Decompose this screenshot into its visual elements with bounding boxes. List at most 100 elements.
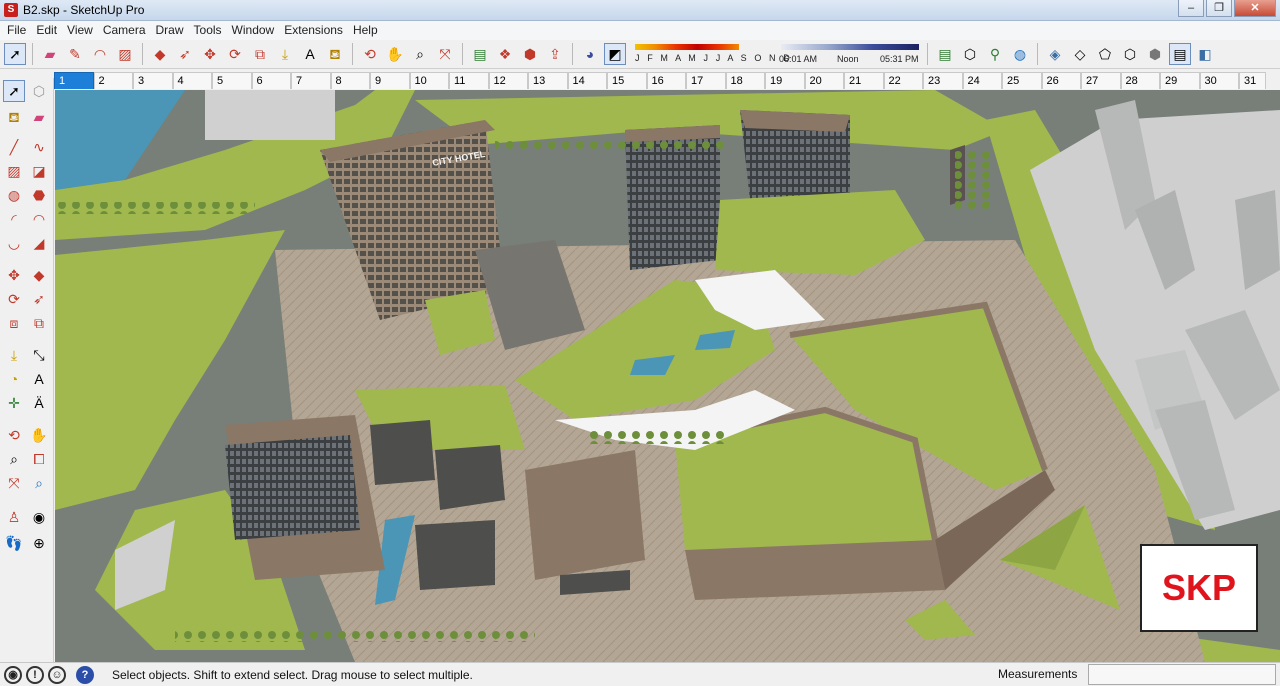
scene-tab[interactable]: 25 [1002, 72, 1042, 89]
zoom-icon[interactable]: ⌕ [3, 448, 25, 470]
tape-measure-icon[interactable]: ⤓ [3, 344, 25, 366]
scene-tab[interactable]: 6 [251, 72, 291, 89]
scene-tab[interactable]: 4 [172, 72, 212, 89]
scene-tab[interactable]: 12 [488, 72, 528, 89]
circle-icon[interactable]: ◍ [3, 184, 25, 206]
scene-tab[interactable]: 19 [765, 72, 805, 89]
pan-icon[interactable]: ✋ [28, 424, 50, 446]
menu-file[interactable]: File [2, 21, 31, 40]
three-point-arc-icon[interactable]: ◡ [3, 232, 25, 254]
eraser-icon[interactable]: ▰ [28, 106, 50, 128]
scene-tab[interactable]: 18 [725, 72, 765, 89]
scene-tab[interactable]: 23 [923, 72, 963, 89]
polygon-icon[interactable]: ⬣ [28, 184, 50, 206]
model-viewport[interactable]: CITY HOTEL SKP [55, 90, 1280, 662]
measurements-input[interactable] [1088, 664, 1276, 685]
menu-edit[interactable]: Edit [31, 21, 62, 40]
3d-text-icon[interactable]: Ä [28, 392, 50, 414]
select-icon[interactable]: ➚ [3, 80, 25, 102]
shadow-time-slider[interactable]: 06:01 AM Noon 05:31 PM [779, 41, 924, 67]
scene-tab[interactable]: 7 [291, 72, 331, 89]
rotate-icon[interactable]: ⟳ [224, 43, 246, 65]
line-icon[interactable]: ╱ [3, 136, 25, 158]
make-component-icon[interactable]: ⬡ [28, 80, 50, 102]
zoom-extents-icon[interactable]: ⤧ [3, 472, 25, 494]
warehouse-icon[interactable]: ⬢ [519, 43, 541, 65]
menu-window[interactable]: Window [227, 21, 280, 40]
scene-tab[interactable]: 26 [1041, 72, 1081, 89]
scene-tab[interactable]: 17 [686, 72, 726, 89]
follow-me-icon[interactable]: ➶ [28, 288, 50, 310]
help-icon[interactable]: ? [76, 665, 94, 684]
menu-extensions[interactable]: Extensions [279, 21, 348, 40]
move-icon[interactable]: ✥ [199, 43, 221, 65]
previous-view-icon[interactable]: ⌕ [28, 472, 50, 494]
walk-icon[interactable]: 👣 [3, 532, 25, 554]
offset-icon[interactable]: ⧉ [28, 312, 50, 334]
text-tool-icon[interactable]: A [299, 43, 321, 65]
zoom-extents-icon[interactable]: ⤧ [434, 43, 456, 65]
scene-tab[interactable]: 10 [409, 72, 449, 89]
scene-tab[interactable]: 15 [607, 72, 647, 89]
menu-view[interactable]: View [62, 21, 98, 40]
move-icon[interactable]: ✥ [3, 264, 25, 286]
paint-bucket-icon[interactable]: ⛾ [3, 106, 25, 128]
scene-tab[interactable]: 21 [844, 72, 884, 89]
offset-icon[interactable]: ⧉ [249, 43, 271, 65]
scene-tab[interactable]: 22 [883, 72, 923, 89]
monochrome-style-icon[interactable]: ◧ [1194, 43, 1216, 65]
scene-tab[interactable]: 1 [54, 72, 94, 89]
two-point-arc-icon[interactable]: ◠ [28, 208, 50, 230]
zoom-window-icon[interactable]: ⧠ [28, 448, 50, 470]
position-camera-icon[interactable]: ♙ [3, 506, 25, 528]
back-edges-style-icon[interactable]: ◇ [1069, 43, 1091, 65]
dimension-icon[interactable]: ⤡ [28, 344, 50, 366]
follow-me-icon[interactable]: ➶ [174, 43, 196, 65]
geo-location-icon[interactable]: ◉ [4, 665, 22, 684]
scale-icon[interactable]: ⧈ [3, 312, 25, 334]
globe-icon[interactable]: ◍ [1009, 43, 1031, 65]
push-pull-icon[interactable]: ◆ [149, 43, 171, 65]
wireframe-style-icon[interactable]: ⬠ [1094, 43, 1116, 65]
orbit-icon[interactable]: ⟲ [359, 43, 381, 65]
tag-icon[interactable]: ⬡ [959, 43, 981, 65]
credits-icon[interactable]: ! [26, 665, 44, 684]
scene-tab[interactable]: 3 [133, 72, 173, 89]
scene-tab[interactable]: 24 [962, 72, 1002, 89]
components-icon[interactable]: ❖ [494, 43, 516, 65]
tape-measure-icon[interactable]: ⤓ [274, 43, 296, 65]
shadows-toggle-icon[interactable]: ◕ [579, 43, 601, 65]
menu-draw[interactable]: Draw [151, 21, 189, 40]
axes-icon[interactable]: ✛ [3, 392, 25, 414]
close-button[interactable]: ✕ [1234, 0, 1276, 17]
scene-tab[interactable]: 20 [804, 72, 844, 89]
shaded-style-icon[interactable]: ⬢ [1144, 43, 1166, 65]
shadow-date-slider[interactable]: J F M A M J J A S O N D [633, 41, 790, 67]
rectangle-icon[interactable]: ▨ [3, 160, 25, 182]
layers-icon[interactable]: ▤ [934, 43, 956, 65]
scene-tab[interactable]: 31 [1239, 72, 1266, 89]
scene-tab[interactable]: 28 [1120, 72, 1160, 89]
hidden-line-style-icon[interactable]: ⬡ [1119, 43, 1141, 65]
menu-tools[interactable]: Tools [189, 21, 227, 40]
scene-tab[interactable]: 16 [646, 72, 686, 89]
orbit-icon[interactable]: ⟲ [3, 424, 25, 446]
minimize-button[interactable]: – [1178, 0, 1204, 17]
xray-style-icon[interactable]: ◈ [1044, 43, 1066, 65]
paint-bucket-icon[interactable]: ⛾ [324, 43, 346, 65]
menu-help[interactable]: Help [348, 21, 383, 40]
push-pull-icon[interactable]: ◆ [28, 264, 50, 286]
pan-icon[interactable]: ✋ [384, 43, 406, 65]
arc-icon[interactable]: ◜ [3, 208, 25, 230]
model-info-icon[interactable]: ▤ [469, 43, 491, 65]
text-icon[interactable]: A [28, 368, 50, 390]
scene-tab[interactable]: 14 [567, 72, 607, 89]
scene-tab[interactable]: 13 [528, 72, 568, 89]
rectangle-icon[interactable]: ▨ [114, 43, 136, 65]
zoom-icon[interactable]: ⌕ [409, 43, 431, 65]
freehand-icon[interactable]: ∿ [28, 136, 50, 158]
user-account-icon[interactable]: ☺ [48, 665, 66, 684]
pie-icon[interactable]: ◢ [28, 232, 50, 254]
scene-tab[interactable]: 2 [93, 72, 133, 89]
maximize-button[interactable]: ❐ [1206, 0, 1232, 17]
